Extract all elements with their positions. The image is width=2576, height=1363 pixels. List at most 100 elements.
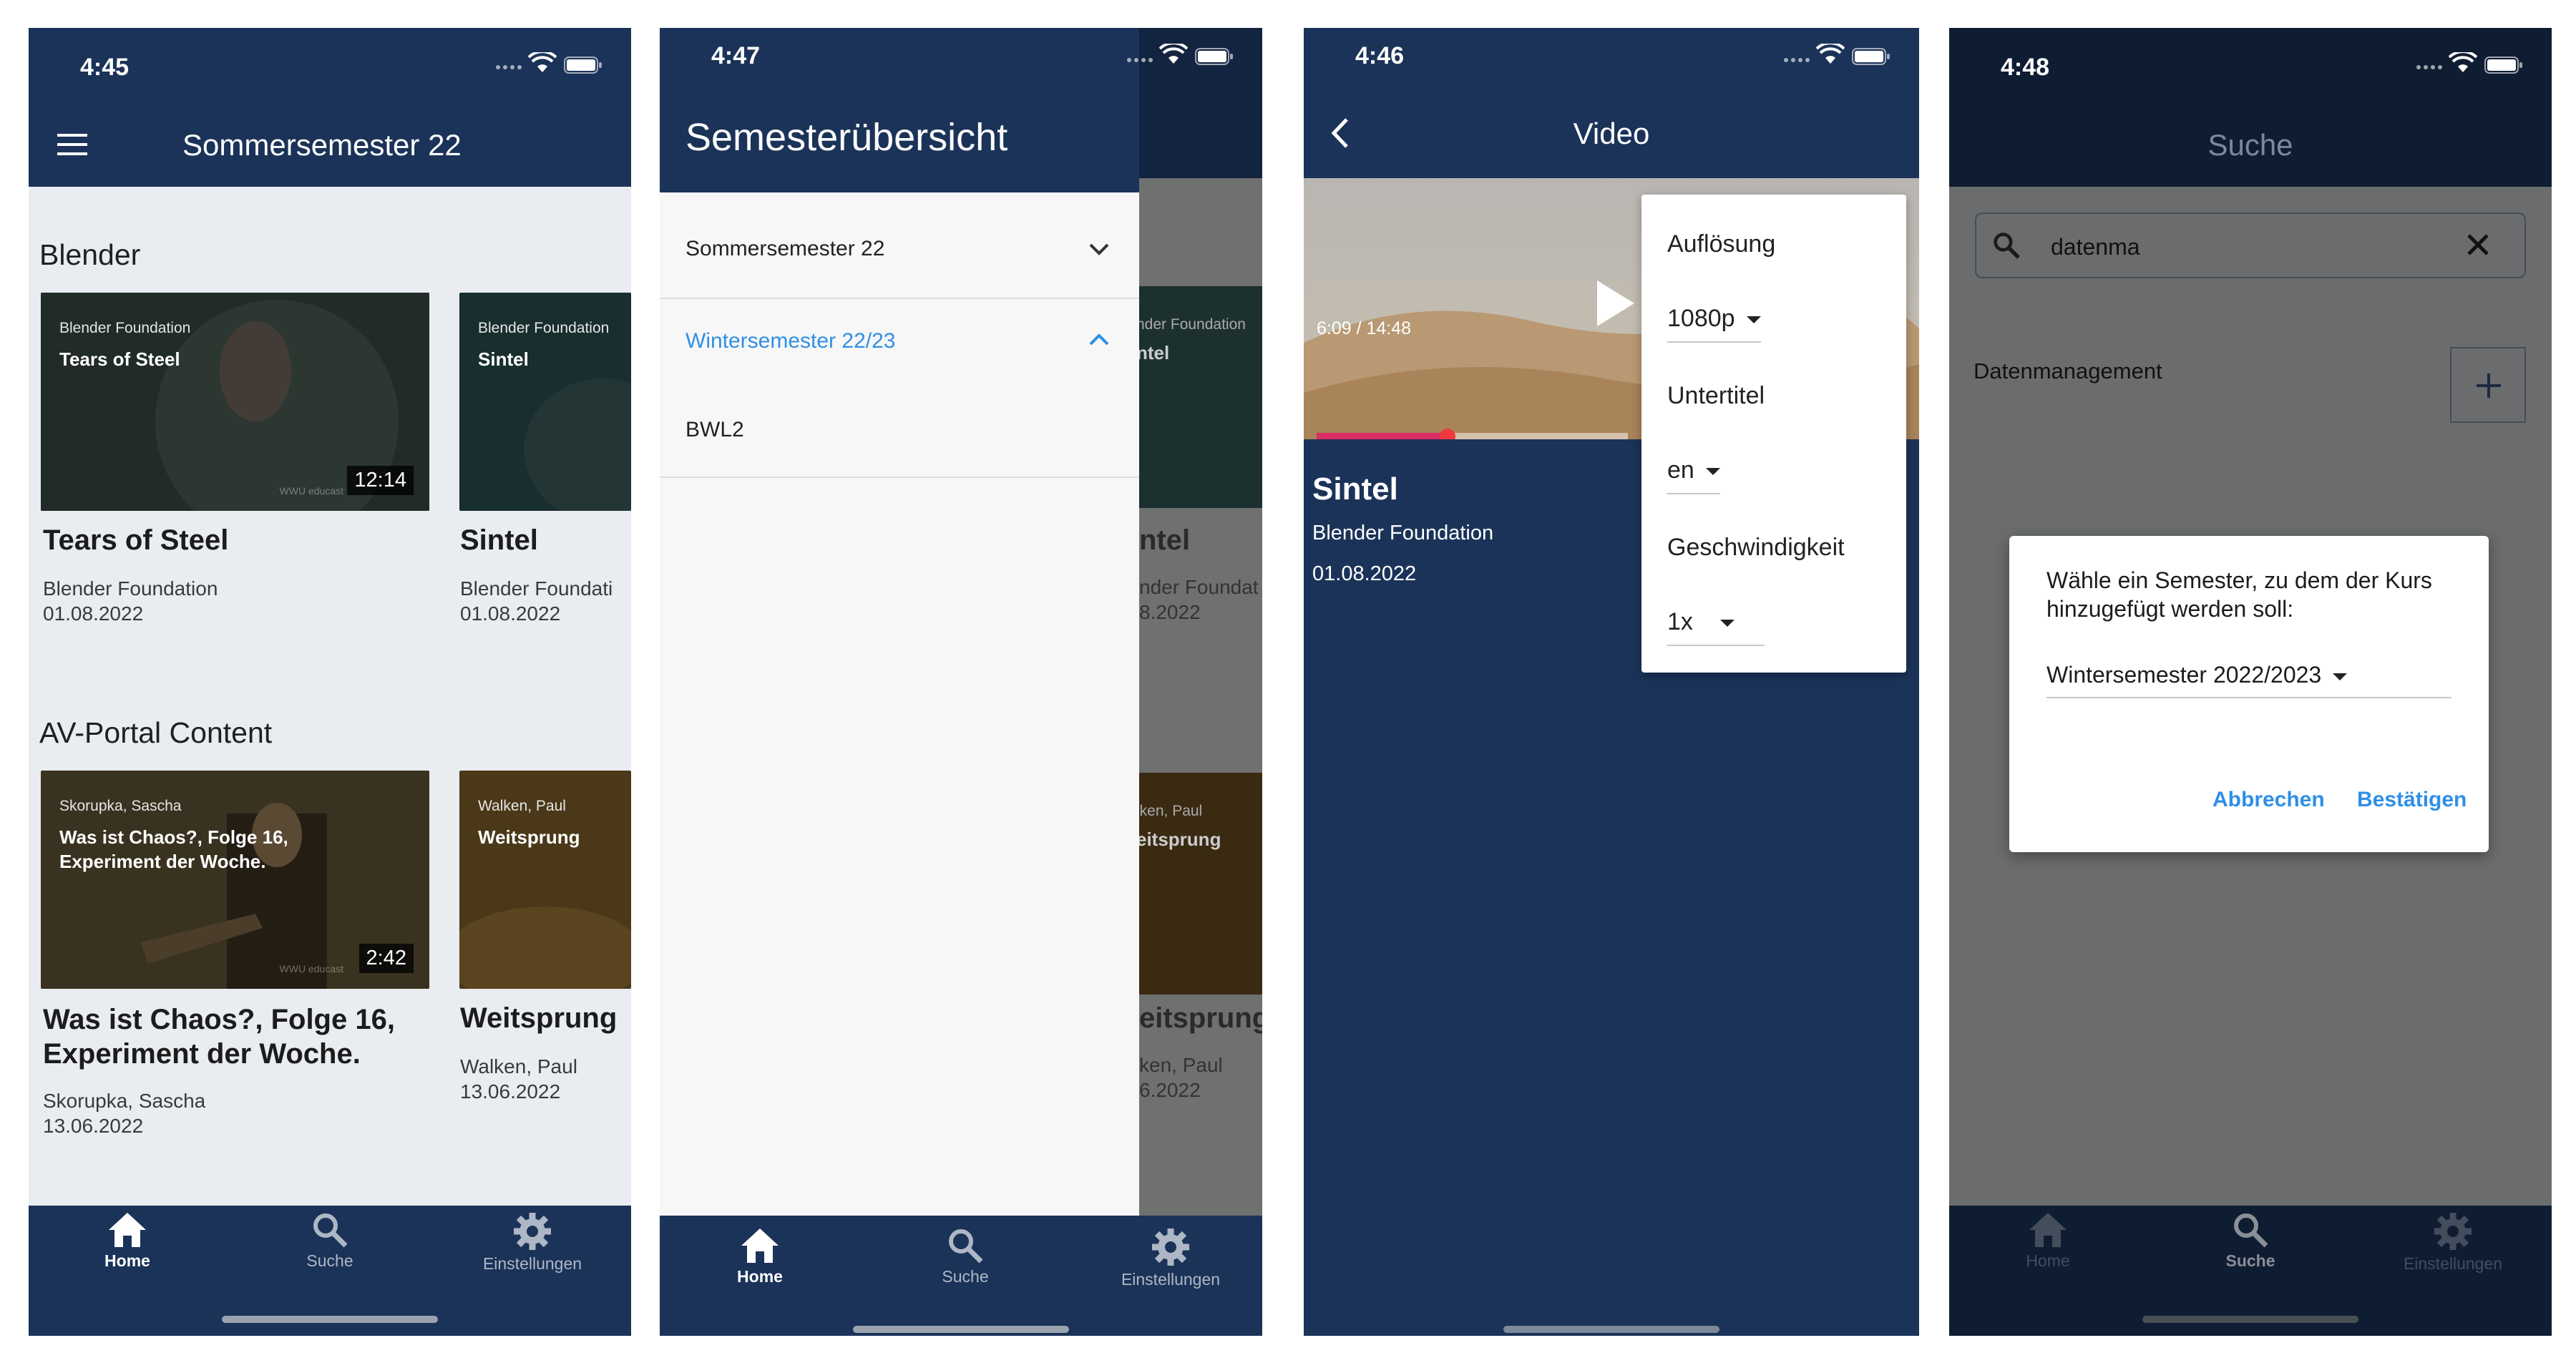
tab-search[interactable]: Suche xyxy=(258,1206,401,1271)
thumbnail-title: Tears of Steel xyxy=(59,348,180,370)
video-thumbnail[interactable]: Blender Foundation Sintel xyxy=(459,293,631,511)
video-time: 6:09 / 14:48 xyxy=(1317,318,1412,338)
tab-bar: Home Suche Einstellungen xyxy=(29,1206,631,1336)
video-thumbnail[interactable]: Blender Foundation Tears of Steel WWU ed… xyxy=(41,293,429,511)
home-icon xyxy=(109,1213,146,1247)
tab-label: Einstellungen xyxy=(482,1254,582,1273)
tab-label: Suche xyxy=(2225,1251,2275,1270)
signal-icon xyxy=(1784,58,1810,62)
tab-settings[interactable]: Einstellungen xyxy=(2381,1206,2524,1274)
drawer-title: Semesterübersicht xyxy=(686,116,1008,159)
resolution-select[interactable]: 1080p xyxy=(1667,305,1761,343)
signal-icon xyxy=(2416,65,2442,69)
video-title[interactable]: Was ist Chaos?, Folge 16, Experiment der… xyxy=(43,1002,429,1071)
video-title[interactable]: Sintel xyxy=(460,524,631,557)
play-icon[interactable] xyxy=(1594,278,1636,328)
wifi-icon xyxy=(1816,44,1845,64)
tab-label: Home xyxy=(2026,1251,2070,1270)
progress-knob[interactable] xyxy=(1439,429,1455,439)
status-time: 4:45 xyxy=(80,54,130,81)
thumbnail-author: Blender Foundation xyxy=(59,320,191,336)
search-result-label[interactable]: Datenmanagement xyxy=(1974,358,2162,384)
video-thumbnail[interactable]: Skorupka, Sascha Was ist Chaos?, Folge 1… xyxy=(41,771,429,989)
divider xyxy=(660,477,1139,478)
video-author: Skorupka, Sascha xyxy=(43,1090,206,1112)
search-screen: 4:48 Suche datenma Datenmanagement Wähle… xyxy=(1949,28,2552,1336)
home-icon xyxy=(2029,1213,2067,1247)
bg-thumbnail: nder Foundation ntel xyxy=(1136,286,1262,508)
clear-icon[interactable] xyxy=(2466,233,2490,257)
tab-home[interactable]: Home xyxy=(1976,1206,2119,1271)
drawer-screen: nder Foundation ntel ntel nder Foundat 8… xyxy=(660,28,1262,1336)
subtitle-value: en xyxy=(1667,456,1694,484)
video-thumbnail[interactable]: Walken, Paul Weitsprung xyxy=(459,771,631,989)
bg-video-date: 8.2022 xyxy=(1139,601,1201,623)
status-bar: 4:48 xyxy=(1949,28,2552,99)
duration-badge: 2:42 xyxy=(358,944,414,973)
wifi-icon xyxy=(528,52,557,72)
tab-settings[interactable]: Einstellungen xyxy=(461,1206,604,1274)
search-icon xyxy=(2234,1213,2268,1248)
duration-badge: 12:14 xyxy=(347,466,414,495)
dropdown-icon xyxy=(1746,316,1761,324)
tab-search[interactable]: Suche xyxy=(894,1221,1037,1286)
settings-menu: Auflösung 1080p Untertitel en Geschwindi… xyxy=(1641,195,1906,673)
tab-home[interactable]: Home xyxy=(688,1221,831,1286)
search-input[interactable]: datenma xyxy=(2051,234,2140,260)
gear-icon xyxy=(2434,1213,2472,1250)
resolution-label: Auflösung xyxy=(1667,230,1776,258)
dialog-message: Wähle ein Semester, zu dem der Kurs hinz… xyxy=(2046,567,2432,622)
video-title[interactable]: Tears of Steel xyxy=(43,524,429,557)
bg-video-title: ntel xyxy=(1139,524,1191,556)
status-bar: 4:45 xyxy=(29,28,631,99)
video-author: Blender Foundati xyxy=(460,577,613,600)
tab-label: Suche xyxy=(306,1251,353,1270)
thumbnail-title: Sintel xyxy=(478,348,529,370)
tab-home[interactable]: Home xyxy=(56,1206,199,1271)
home-indicator xyxy=(1503,1326,1719,1333)
menu-icon[interactable] xyxy=(57,132,87,157)
thumbnail-title: Was ist Chaos?, Folge 16, Experiment der… xyxy=(59,826,288,872)
semester-select[interactable]: Wintersemester 2022/2023 xyxy=(2046,662,2451,698)
tab-label: Home xyxy=(104,1251,150,1270)
video-title[interactable]: Weitsprunɡ xyxy=(460,1002,631,1035)
battery-icon xyxy=(1852,48,1890,65)
bg-video-author: ken, Paul xyxy=(1139,1054,1223,1076)
search-icon xyxy=(1994,233,2020,259)
semester-drawer: 4:47 Semesterübersicht Sommersemester 22… xyxy=(660,28,1139,1336)
page-title: Video xyxy=(1573,117,1650,150)
semester-label: Wintersemester 22/23 xyxy=(686,329,896,353)
tab-label: Home xyxy=(737,1267,783,1286)
status-time: 4:46 xyxy=(1355,42,1405,69)
bg-video-title: eitsprunɡ xyxy=(1139,1002,1262,1034)
home-indicator xyxy=(2142,1316,2358,1323)
tab-label: Einstellungen xyxy=(2403,1254,2503,1273)
course-label: BWL2 xyxy=(686,418,744,441)
video-author: Blender Foundation xyxy=(1312,522,1494,544)
semester-dialog: Wähle ein Semester, zu dem der Kurs hinz… xyxy=(2009,536,2489,852)
search-field[interactable]: datenma xyxy=(1975,212,2526,278)
plus-icon xyxy=(2477,373,2501,398)
tab-settings[interactable]: Einstellungen xyxy=(1099,1221,1242,1289)
speed-select[interactable]: 1x xyxy=(1667,608,1765,646)
tab-search[interactable]: Suche xyxy=(2179,1206,2322,1271)
section-title-blender: Blender xyxy=(39,238,141,271)
app-header: 4:48 Suche xyxy=(1949,28,2552,187)
video-author: Blender Foundation xyxy=(43,577,218,600)
thumbnail-author: Walken, Paul xyxy=(478,798,566,814)
watermark: WWU educast xyxy=(279,485,343,497)
speed-label: Geschwindigkeit xyxy=(1667,534,1845,561)
subtitle-select[interactable]: en xyxy=(1667,456,1720,494)
video-date: 01.08.2022 xyxy=(43,602,144,625)
bg-video-author: nder Foundat xyxy=(1139,576,1259,598)
home-indicator xyxy=(853,1326,1069,1333)
confirm-button[interactable]: Bestätigen xyxy=(2357,788,2467,812)
gear-icon xyxy=(514,1213,551,1250)
dimmed-background[interactable]: nder Foundation ntel ntel nder Foundat 8… xyxy=(1136,28,1262,1336)
dropdown-icon xyxy=(1705,468,1720,476)
thumbnail-author: Skorupka, Sascha xyxy=(59,798,182,814)
add-course-button[interactable] xyxy=(2450,347,2526,423)
cancel-button[interactable]: Abbrechen xyxy=(2212,788,2325,812)
progress-track[interactable] xyxy=(1317,429,1628,439)
signal-icon xyxy=(496,65,522,69)
